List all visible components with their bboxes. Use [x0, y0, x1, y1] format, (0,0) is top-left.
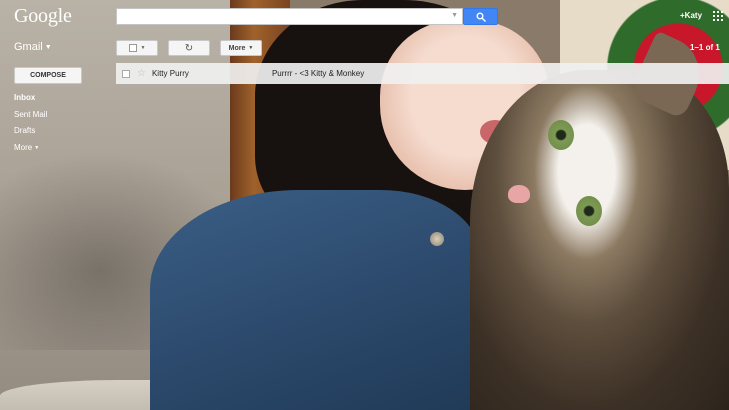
message-sender: Kitty Purry [151, 69, 189, 78]
sidebar-item-label: Sent Mail [14, 109, 48, 119]
more-button-label: More [228, 44, 246, 52]
select-checkbox-button[interactable]: ▼ [116, 40, 158, 56]
gmail-label: Gmail [14, 41, 43, 53]
google-logo[interactable]: Google [14, 5, 72, 28]
gmail-menu[interactable]: Gmail ▼ [14, 41, 52, 53]
refresh-button[interactable]: ↻ [168, 40, 210, 56]
chevron-down-icon: ▼ [140, 45, 146, 51]
search-options-chevron-icon[interactable]: ▼ [451, 12, 458, 19]
sidebar-item-label: Drafts [14, 126, 36, 135]
checkbox-icon [128, 44, 137, 52]
sidebar-nav: Inbox Sent Mail Drafts More ▼ [14, 93, 47, 159]
sidebar-item-label: Inbox [14, 93, 36, 102]
compose-button[interactable]: COMPOSE [14, 67, 82, 84]
search-button[interactable] [463, 8, 498, 25]
sidebar-item-label: More [14, 142, 33, 152]
search-input[interactable] [117, 12, 462, 27]
gmail-ui: Google ▼ +Katy Gmail ▼ ▼ ↻ More ▼ 1–1 of 1… [0, 0, 729, 410]
refresh-icon: ↻ [184, 42, 194, 54]
sidebar-item-inbox[interactable]: Inbox [14, 93, 47, 110]
chevron-down-icon: ▼ [34, 144, 40, 151]
star-icon[interactable]: ☆ [137, 68, 146, 79]
search-icon [476, 12, 486, 22]
sidebar-item-more[interactable]: More ▼ [14, 143, 47, 160]
message-row[interactable]: ☆ Kitty Purry Purrrr - <3 Kitty & Monkey [116, 63, 729, 84]
sidebar-item-sent-mail[interactable]: Sent Mail [14, 110, 47, 127]
google-plus-profile-link[interactable]: +Katy [680, 11, 702, 20]
apps-grid-icon[interactable] [713, 11, 723, 21]
chevron-down-icon: ▼ [248, 45, 254, 51]
search-box[interactable]: ▼ [116, 8, 463, 27]
pagination-count: 1–1 of 1 [690, 43, 720, 52]
message-checkbox[interactable] [122, 69, 130, 78]
more-button[interactable]: More ▼ [220, 40, 262, 56]
sidebar-item-drafts[interactable]: Drafts [14, 126, 47, 143]
chevron-down-icon: ▼ [44, 44, 52, 51]
message-subject: Purrrr - <3 Kitty & Monkey [271, 69, 365, 78]
